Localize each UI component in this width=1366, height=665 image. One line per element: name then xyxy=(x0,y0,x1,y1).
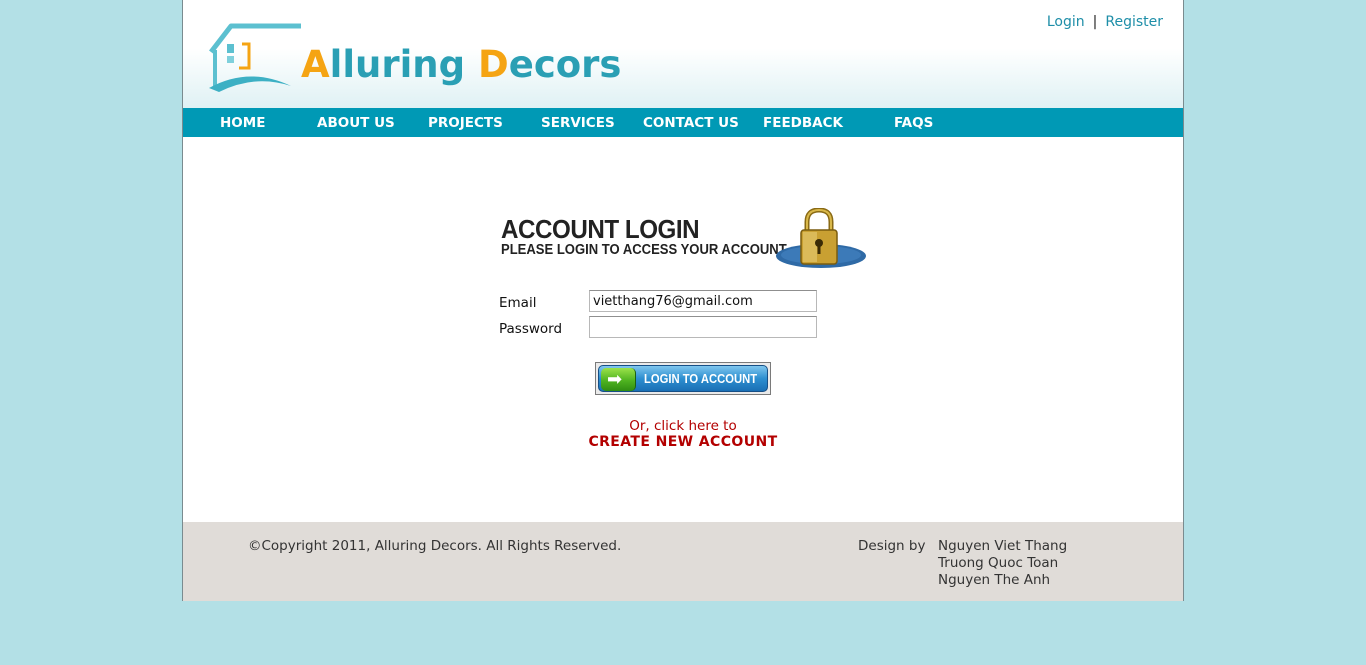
nav-item-faqs[interactable]: FAQS xyxy=(894,115,933,131)
header: Alluring Decors Login | Register xyxy=(183,0,1183,108)
house-icon xyxy=(209,23,301,92)
login-button[interactable]: ➡ LOGIN TO ACCOUNT xyxy=(595,362,771,395)
main-nav: HOME ABOUT US PROJECTS SERVICES CONTACT … xyxy=(183,108,1183,137)
password-field[interactable] xyxy=(589,316,817,338)
copyright-text: ©Copyright 2011, Alluring Decors. All Ri… xyxy=(248,538,622,554)
login-title: ACCOUNT LOGIN xyxy=(501,214,700,244)
auth-separator: | xyxy=(1092,14,1098,30)
login-button-label: LOGIN TO ACCOUNT xyxy=(644,372,758,386)
logo-cap-d: D xyxy=(478,43,509,86)
password-label: Password xyxy=(499,321,563,337)
register-link[interactable]: Register xyxy=(1105,14,1163,30)
nav-item-contact-us[interactable]: CONTACT US xyxy=(643,115,739,131)
logo-wordmark: Alluring Decors xyxy=(301,42,621,88)
nav-item-feedback[interactable]: FEEDBACK xyxy=(763,115,843,131)
nav-item-home[interactable]: HOME xyxy=(220,115,265,131)
page-container: Alluring Decors Login | Register HOME ABOU… xyxy=(182,0,1184,601)
login-link[interactable]: Login xyxy=(1047,14,1085,30)
create-account-link[interactable]: CREATE NEW ACCOUNT xyxy=(183,434,1183,450)
nav-item-services[interactable]: SERVICES xyxy=(541,115,615,131)
nav-item-projects[interactable]: PROJECTS xyxy=(428,115,503,131)
design-by-label: Design by xyxy=(858,538,926,554)
create-account-prompt: Or, click here to xyxy=(629,418,737,434)
nav-item-about-us[interactable]: ABOUT US xyxy=(317,115,395,131)
designer-name: Truong Quoc Toan xyxy=(938,555,1059,571)
email-field[interactable] xyxy=(589,290,817,312)
logo-word-1: lluring xyxy=(329,43,466,86)
site-logo[interactable]: Alluring Decors xyxy=(209,22,621,94)
padlock-icon xyxy=(776,208,866,268)
footer: ©Copyright 2011, Alluring Decors. All Ri… xyxy=(183,522,1183,601)
designer-name: Nguyen The Anh xyxy=(938,572,1051,588)
logo-word-2: ecors xyxy=(508,43,622,86)
logo-cap-a: A xyxy=(301,43,330,86)
arrow-right-icon: ➡ xyxy=(601,368,636,391)
designer-list: Nguyen Viet Thang Truong Quoc Toan Nguye… xyxy=(938,538,1067,589)
login-subtitle: PLEASE LOGIN TO ACCESS YOUR ACCOUNT xyxy=(501,242,787,258)
email-label: Email xyxy=(499,295,537,311)
auth-links: Login | Register xyxy=(1047,14,1163,30)
login-button-face: ➡ LOGIN TO ACCOUNT xyxy=(598,365,768,392)
designer-name: Nguyen Viet Thang xyxy=(938,538,1068,554)
